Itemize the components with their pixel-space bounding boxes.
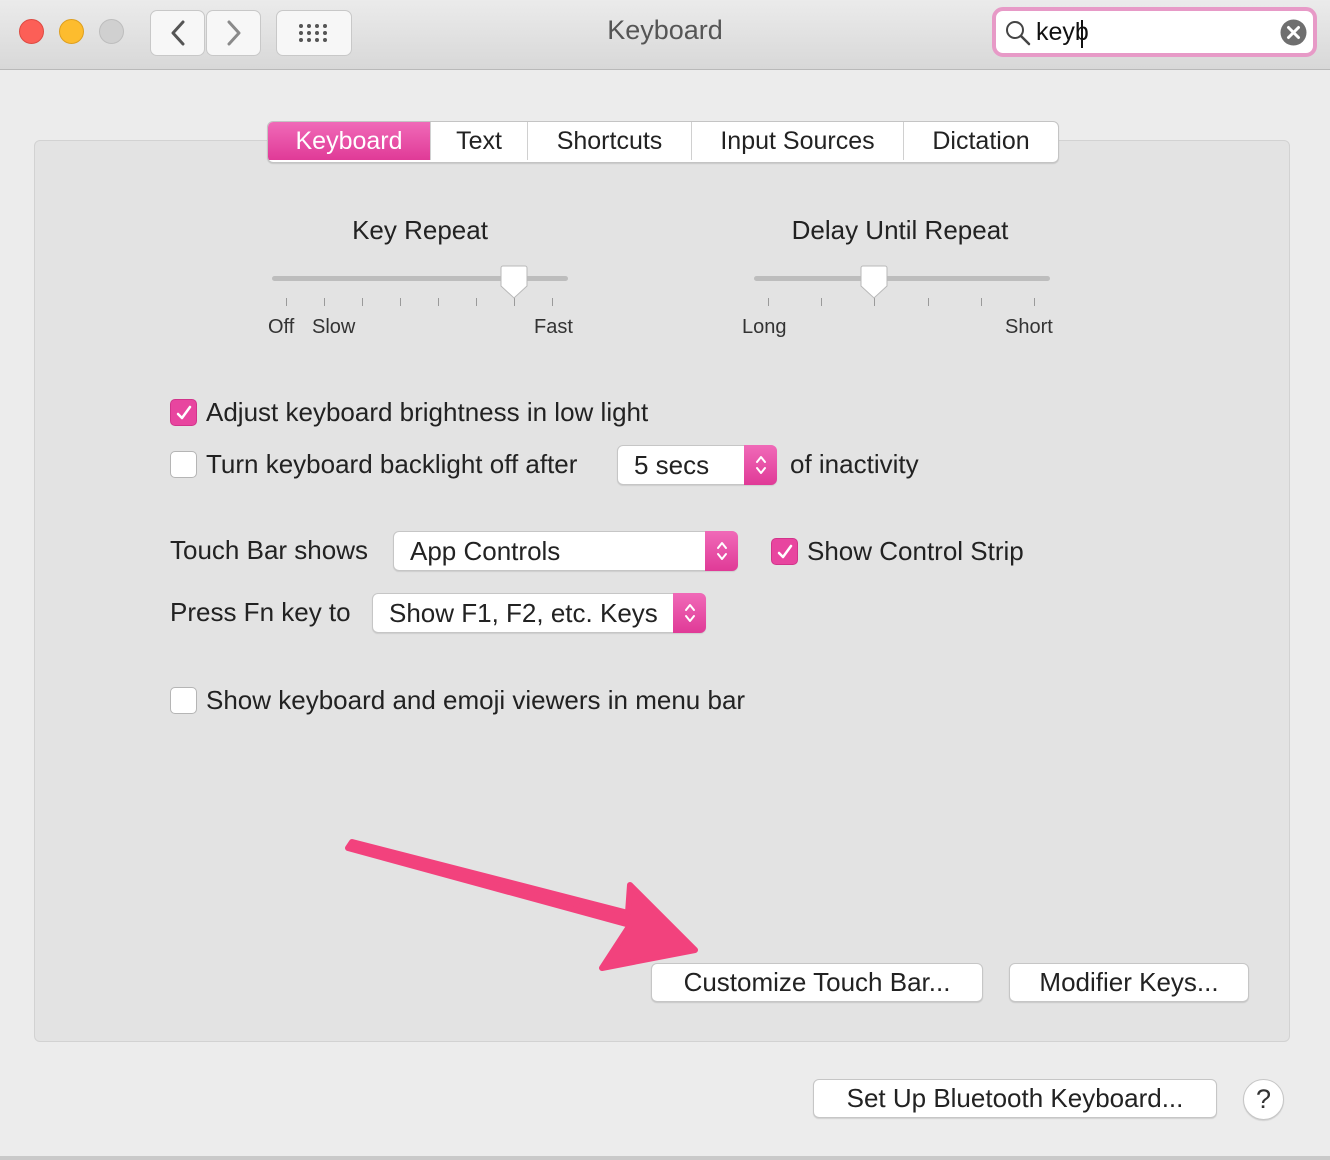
clear-search-icon[interactable]: [1280, 19, 1307, 46]
touch-bar-select[interactable]: App Controls: [393, 531, 738, 571]
backlight-off-label: Turn keyboard backlight off after: [206, 449, 578, 479]
slider-tick: [1034, 298, 1035, 306]
key-repeat-fast-label: Fast: [534, 316, 573, 338]
slider-tick: [874, 298, 875, 306]
delay-short-label: Short: [1005, 316, 1053, 338]
checkmark-icon: [777, 544, 792, 558]
backlight-timeout-select[interactable]: 5 secs: [617, 445, 777, 485]
delay-long-label: Long: [742, 316, 787, 338]
tab-dictation[interactable]: Dictation: [903, 122, 1058, 160]
backlight-off-checkbox[interactable]: [170, 451, 197, 478]
delay-track: [754, 276, 1050, 281]
slider-tick: [362, 298, 363, 306]
stepper-icon: [673, 593, 706, 633]
window-bottom-edge: [0, 1156, 1330, 1160]
slider-tick: [981, 298, 982, 306]
chevron-right-icon: [227, 20, 240, 46]
fn-key-select[interactable]: Show F1, F2, etc. Keys: [372, 593, 706, 633]
key-repeat-slow-label: Slow: [312, 316, 356, 338]
chevron-left-icon: [171, 20, 184, 46]
slider-tick: [514, 298, 515, 306]
adjust-brightness-checkbox[interactable]: [170, 399, 197, 426]
backlight-timeout-value: 5 secs: [634, 450, 710, 480]
close-window-button[interactable]: [19, 19, 44, 44]
tab-keyboard[interactable]: Keyboard: [268, 122, 430, 160]
window-title: Keyboard: [607, 15, 723, 45]
customize-touch-bar-button[interactable]: Customize Touch Bar...: [651, 963, 983, 1002]
stepper-icon: [744, 445, 777, 485]
bluetooth-keyboard-button[interactable]: Set Up Bluetooth Keyboard...: [813, 1079, 1217, 1118]
grid-icon: [299, 24, 327, 42]
delay-until-repeat-slider[interactable]: [752, 265, 1052, 315]
viewers-checkbox[interactable]: [170, 687, 197, 714]
slider-tick: [438, 298, 439, 306]
touch-bar-value: App Controls: [410, 536, 561, 566]
tab-input-sources[interactable]: Input Sources: [691, 122, 903, 160]
checkmark-icon: [176, 405, 191, 419]
tab-text[interactable]: Text: [430, 122, 527, 160]
delay-until-repeat-knob[interactable]: [860, 265, 888, 299]
slider-tick: [552, 298, 553, 306]
touch-bar-label: Touch Bar shows: [170, 535, 368, 565]
tab-bar: Keyboard Text Shortcuts Input Sources Di…: [267, 121, 1059, 163]
key-repeat-slider[interactable]: [270, 265, 570, 315]
control-strip-label: Show Control Strip: [807, 536, 1024, 566]
search-icon: [1006, 21, 1031, 46]
slider-tick: [476, 298, 477, 306]
viewers-label: Show keyboard and emoji viewers in menu …: [206, 685, 746, 715]
stepper-icon: [705, 531, 738, 571]
delay-until-repeat-title: Delay Until Repeat: [791, 215, 1009, 245]
control-strip-checkbox[interactable]: [771, 538, 798, 565]
search-field[interactable]: keyb: [992, 7, 1317, 57]
tab-shortcuts[interactable]: Shortcuts: [527, 122, 691, 160]
slider-tick: [324, 298, 325, 306]
slider-tick: [928, 298, 929, 306]
slider-tick: [821, 298, 822, 306]
text-caret: [1081, 20, 1083, 48]
forward-button[interactable]: [206, 10, 261, 56]
key-repeat-off-label: Off: [268, 316, 295, 338]
minimize-window-button[interactable]: [59, 19, 84, 44]
key-repeat-knob[interactable]: [500, 265, 528, 299]
title-bar: Keyboard keyb: [0, 0, 1330, 70]
fn-key-label: Press Fn key to: [170, 597, 351, 627]
slider-tick: [286, 298, 287, 306]
modifier-keys-button[interactable]: Modifier Keys...: [1009, 963, 1249, 1002]
show-all-button[interactable]: [276, 10, 352, 56]
slider-tick: [768, 298, 769, 306]
help-button[interactable]: ?: [1243, 1079, 1284, 1120]
back-button[interactable]: [150, 10, 205, 56]
fn-key-value: Show F1, F2, etc. Keys: [389, 598, 658, 628]
zoom-window-button[interactable]: [99, 19, 124, 44]
adjust-brightness-label: Adjust keyboard brightness in low light: [206, 397, 649, 427]
slider-tick: [400, 298, 401, 306]
key-repeat-title: Key Repeat: [352, 215, 488, 245]
inactivity-suffix-label: of inactivity: [790, 449, 919, 479]
annotation-arrow-icon: [345, 839, 698, 971]
